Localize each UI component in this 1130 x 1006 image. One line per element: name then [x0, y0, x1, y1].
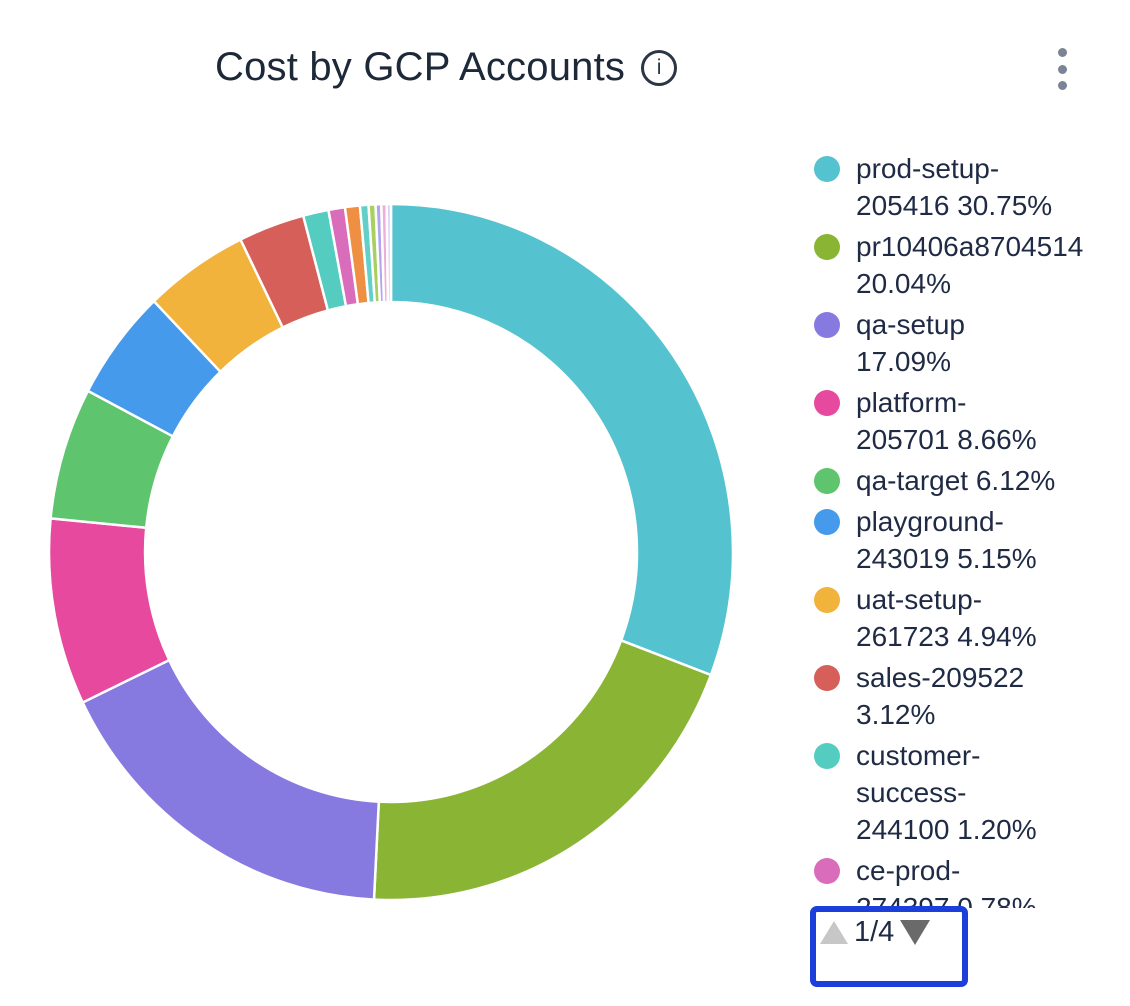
donut-slice-prod-setup-205416[interactable] [391, 204, 733, 675]
legend-item[interactable]: customer-success-244100 1.20% [812, 737, 1130, 848]
legend-pager[interactable]: 1/4 [810, 906, 968, 987]
legend-label: qa-target 6.12% [856, 462, 1055, 499]
legend-swatch [814, 743, 840, 769]
legend-pager-controls: 1/4 [820, 917, 930, 947]
legend-swatch [814, 587, 840, 613]
page-down-triangle[interactable] [900, 920, 930, 945]
legend-swatch [814, 234, 840, 260]
legend-item[interactable]: ce-prod-274397 0.78% [812, 852, 1130, 908]
legend-label: platform-205701 8.66% [856, 384, 1037, 458]
legend-item[interactable]: pr10406a870451420.04% [812, 228, 1130, 302]
cost-by-gcp-accounts-card: Cost by GCP Accounts i prod-setup-205416… [0, 0, 1130, 1006]
legend-label: ce-prod-274397 0.78% [856, 852, 1037, 908]
page-indicator: 1/4 [854, 917, 894, 947]
legend-label: sales-2095223.12% [856, 659, 1024, 733]
legend-label: playground-243019 5.15% [856, 503, 1037, 577]
legend-swatch [814, 312, 840, 338]
legend-label: prod-setup-205416 30.75% [856, 150, 1052, 224]
legend-item[interactable]: qa-target 6.12% [812, 462, 1130, 499]
legend-swatch [814, 156, 840, 182]
legend-swatch [814, 665, 840, 691]
donut-slice-small-15[interactable] [387, 204, 391, 302]
legend-swatch [814, 509, 840, 535]
legend-swatch [814, 468, 840, 494]
legend-item[interactable]: qa-setup17.09% [812, 306, 1130, 380]
donut-slice-qa-setup[interactable] [83, 660, 379, 900]
chart-legend: prod-setup-205416 30.75%pr10406a87045142… [812, 150, 1130, 908]
legend-label: pr10406a870451420.04% [856, 228, 1083, 302]
legend-swatch [814, 390, 840, 416]
legend-swatch [814, 858, 840, 884]
legend-label: customer-success-244100 1.20% [856, 737, 1037, 848]
legend-item[interactable]: uat-setup-261723 4.94% [812, 581, 1130, 655]
legend-item[interactable]: playground-243019 5.15% [812, 503, 1130, 577]
legend-label: uat-setup-261723 4.94% [856, 581, 1037, 655]
page-up-triangle[interactable] [820, 921, 848, 944]
legend-label: qa-setup17.09% [856, 306, 965, 380]
donut-slice-pr10406a8704514[interactable] [374, 640, 711, 900]
legend-item[interactable]: platform-205701 8.66% [812, 384, 1130, 458]
legend-item[interactable]: prod-setup-205416 30.75% [812, 150, 1130, 224]
legend-item[interactable]: sales-2095223.12% [812, 659, 1130, 733]
